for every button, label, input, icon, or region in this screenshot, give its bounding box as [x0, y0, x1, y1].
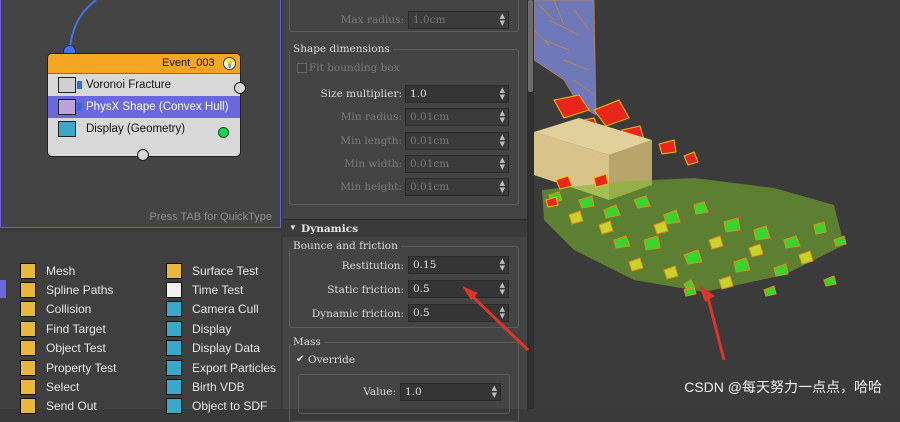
depot-item-camera-cull[interactable]: Camera Cull	[166, 300, 259, 318]
spinner-arrows-icon: ▲ ▼	[499, 12, 505, 27]
size-multiplier-label: Size multiplier:	[320, 88, 403, 100]
event-output-port[interactable]	[234, 82, 246, 94]
operator-depot: Mesh Spline Paths Collision Find Target …	[0, 232, 281, 414]
min-width-label: Min width:	[344, 158, 402, 170]
collision-icon	[20, 301, 36, 317]
bounce-friction-title: Bounce and friction	[290, 240, 401, 252]
depot-item-mesh[interactable]: Mesh	[20, 262, 75, 280]
min-height-label: Min height:	[340, 181, 402, 193]
select-icon	[20, 379, 36, 395]
shape-dimensions-title: Shape dimensions	[290, 43, 393, 55]
find-target-icon	[20, 321, 36, 337]
spinner-arrows-icon: ▲ ▼	[499, 179, 505, 194]
send-out-icon	[20, 398, 36, 414]
depot-item-select[interactable]: Select	[20, 378, 79, 396]
display-toggle-port[interactable]	[218, 127, 229, 138]
depot-item-object-test[interactable]: Object Test	[20, 339, 106, 357]
mass-override-label: Override	[308, 354, 356, 366]
spinner-arrows-icon: ▲ ▼	[499, 86, 505, 101]
depot-item-export-particles[interactable]: Export Particles	[166, 359, 276, 377]
display-icon	[166, 321, 182, 337]
light-bulb-icon[interactable]: 💡	[223, 57, 236, 70]
spinner-arrows-icon: ▲ ▼	[499, 305, 505, 320]
spinner-arrows-icon: ▲ ▼	[499, 133, 505, 148]
object-to-sdf-icon	[166, 398, 182, 414]
particle-view-canvas[interactable]: Event_003 💡 Voronoi Fracture PhysX Shape…	[0, 0, 281, 228]
display-icon	[58, 121, 76, 137]
flag-icon	[77, 81, 82, 89]
panel-scrollbar-thumb[interactable]	[528, 0, 533, 92]
operator-label: Display (Geometry)	[86, 123, 186, 135]
depot-item-birth-vdb[interactable]: Birth VDB	[166, 378, 245, 396]
viewport-scene	[534, 0, 847, 361]
export-particles-icon	[166, 360, 182, 376]
clock-icon	[166, 282, 182, 298]
min-radius-label: Min radius:	[340, 111, 402, 123]
min-height-spinner[interactable]: 0.01cm ▲ ▼	[405, 178, 509, 196]
spinner-arrows-icon: ▲ ▼	[499, 109, 505, 124]
operator-label: PhysX Shape (Convex Hull)	[86, 101, 229, 113]
depot-item-object-to-sdf[interactable]: Object to SDF	[166, 397, 267, 415]
depot-item-send-out[interactable]: Send Out	[20, 397, 97, 415]
min-radius-spinner[interactable]: 0.01cm ▲ ▼	[405, 108, 509, 126]
event-header[interactable]: Event_003 💡	[48, 54, 240, 74]
static-friction-label: Static friction:	[327, 284, 404, 296]
csdn-watermark: CSDN @每天努力一点点，哈哈	[684, 379, 882, 395]
restitution-spinner[interactable]: 0.15 ▲ ▼	[408, 256, 509, 274]
voronoi-icon	[58, 77, 76, 93]
operator-display[interactable]: Display (Geometry)	[48, 118, 240, 140]
dynamics-title: Dynamics	[301, 223, 359, 235]
birth-vdb-icon	[166, 379, 182, 395]
depot-item-collision[interactable]: Collision	[20, 300, 91, 318]
event-title: Event_003	[162, 57, 215, 69]
spinner-arrows-icon: ▲ ▼	[499, 281, 505, 296]
depot-item-property-test[interactable]: Property Test	[20, 359, 116, 377]
min-length-spinner[interactable]: 0.01cm ▲ ▼	[405, 132, 509, 150]
event-node[interactable]: Event_003 💡 Voronoi Fracture PhysX Shape…	[47, 53, 241, 157]
mass-title: Mass	[290, 336, 324, 348]
operator-voronoi-fracture[interactable]: Voronoi Fracture	[48, 74, 240, 96]
spline-paths-icon	[20, 282, 36, 298]
depot-item-display-data[interactable]: Display Data	[166, 339, 260, 357]
wire-link	[69, 0, 97, 49]
mass-value-label: Value:	[363, 386, 396, 398]
dynamics-rollout-header[interactable]: ▼ Dynamics	[283, 219, 528, 237]
event-bottom-port[interactable]	[137, 149, 149, 161]
operator-physx-shape[interactable]: PhysX Shape (Convex Hull)	[48, 96, 240, 118]
3d-viewport[interactable]: CSDN @每天努力一点点，哈哈	[534, 0, 900, 409]
depot-selection-marker	[0, 280, 6, 298]
operator-label: Voronoi Fracture	[86, 79, 172, 91]
spinner-arrows-icon: ▲ ▼	[499, 156, 505, 171]
checkmark-icon[interactable]: ✔	[296, 354, 304, 365]
spinner-arrows-icon: ▲ ▼	[491, 384, 497, 399]
quicktype-hint: Press TAB for QuickType	[149, 211, 272, 223]
physx-shape-icon	[58, 99, 76, 115]
depot-item-display[interactable]: Display	[166, 320, 231, 338]
max-radius-label: Max radius:	[340, 14, 404, 26]
fit-bounding-box-label: Fit bounding box	[309, 62, 400, 74]
rollout-arrow-icon: ▼	[289, 223, 297, 232]
depot-item-surface-test[interactable]: Surface Test	[166, 262, 258, 280]
fit-bounding-box-checkbox[interactable]	[297, 63, 307, 73]
restitution-label: Restitution:	[341, 260, 404, 272]
object-test-icon	[20, 340, 36, 356]
min-length-label: Min length:	[340, 135, 402, 147]
spinner-arrows-icon: ▲ ▼	[499, 257, 505, 272]
size-multiplier-spinner[interactable]: 1.0 ▲ ▼	[405, 85, 509, 103]
depot-item-find-target[interactable]: Find Target	[20, 320, 106, 338]
dynamic-friction-spinner[interactable]: 0.5 ▲ ▼	[408, 304, 509, 322]
camera-cull-icon	[166, 301, 182, 317]
depot-item-time-test[interactable]: Time Test	[166, 281, 243, 299]
mass-value-spinner[interactable]: 1.0 ▲ ▼	[400, 383, 501, 401]
flag-icon	[77, 103, 82, 111]
dynamic-friction-label: Dynamic friction:	[311, 308, 404, 320]
static-friction-spinner[interactable]: 0.5 ▲ ▼	[408, 280, 509, 298]
property-test-icon	[20, 360, 36, 376]
mesh-icon	[20, 263, 36, 279]
depot-item-spline-paths[interactable]: Spline Paths	[20, 281, 113, 299]
max-radius-spinner[interactable]: 1.0cm ▲ ▼	[408, 11, 509, 29]
display-data-icon	[166, 340, 182, 356]
surface-test-icon	[166, 263, 182, 279]
min-width-spinner[interactable]: 0.01cm ▲ ▼	[405, 155, 509, 173]
